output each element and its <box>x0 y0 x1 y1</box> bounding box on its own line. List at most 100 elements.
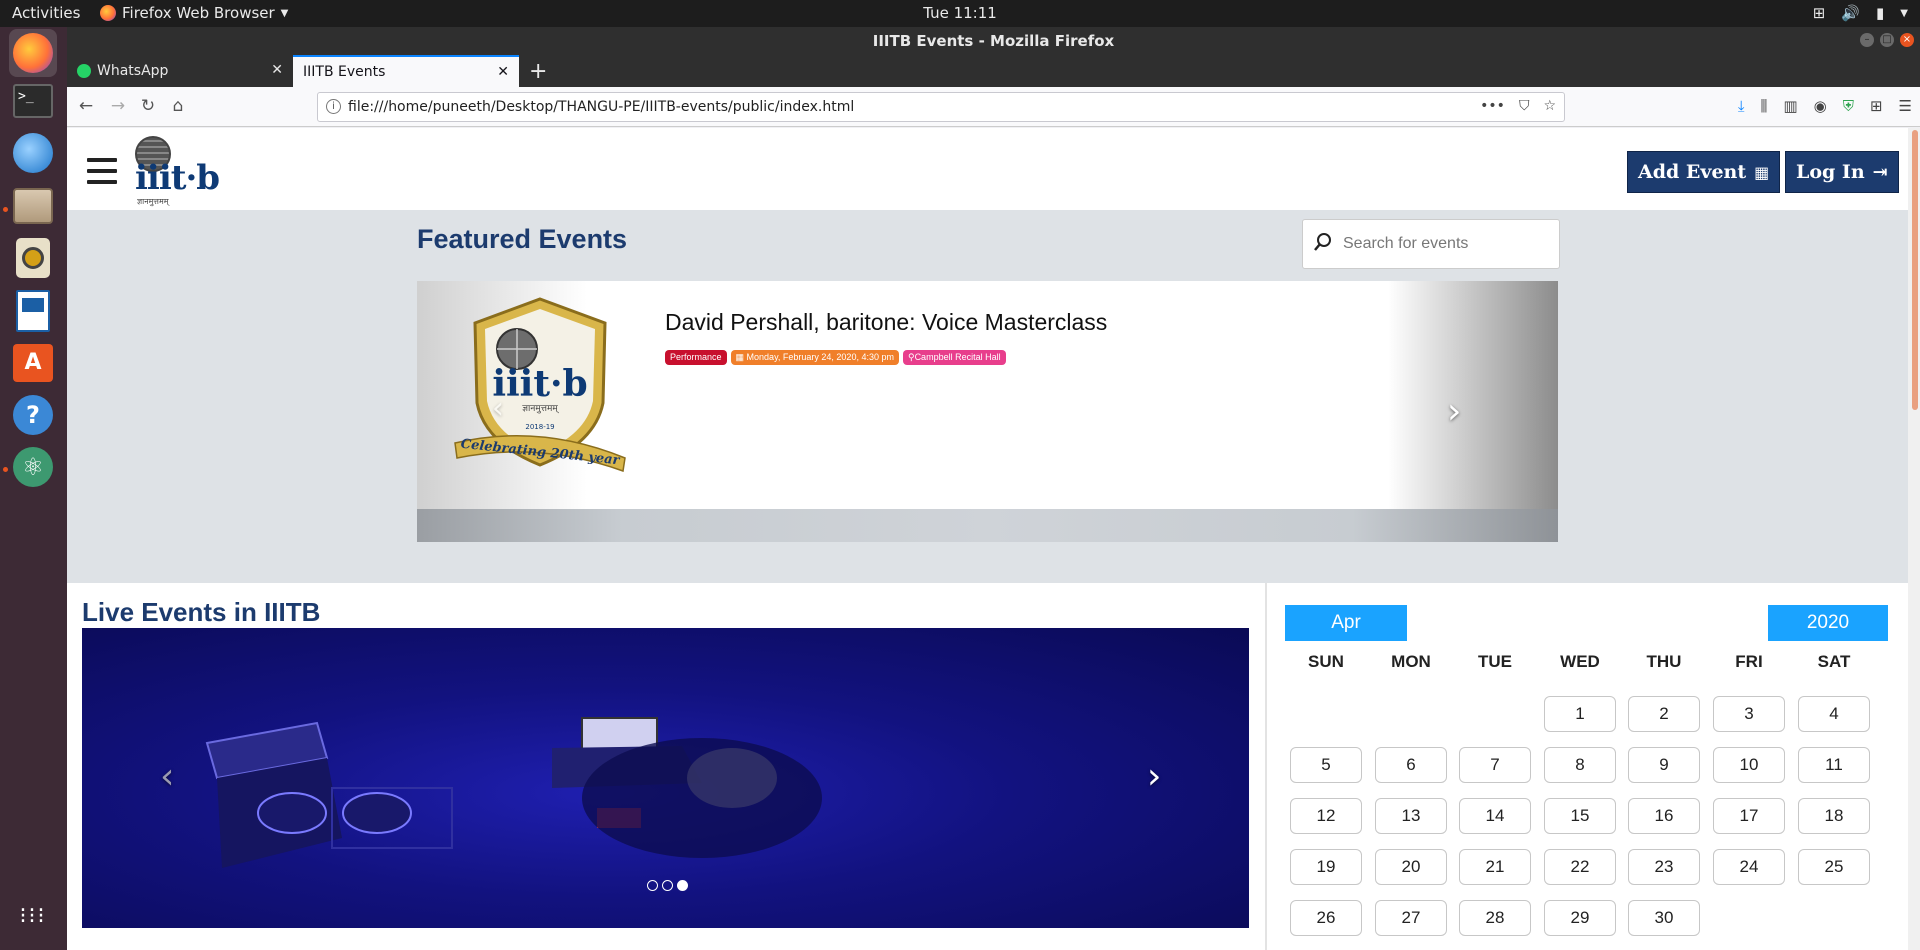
calendar-day[interactable]: 26 <box>1290 900 1362 936</box>
search-box[interactable] <box>1302 219 1560 269</box>
system-tray[interactable]: ⊞ 🔊 ▮ ▼ <box>1813 4 1908 22</box>
new-tab-button[interactable]: + <box>529 59 547 84</box>
calendar-day[interactable]: 15 <box>1544 798 1616 834</box>
page-actions-icon[interactable]: ••• <box>1480 98 1505 114</box>
downloads-icon[interactable]: ⤓ <box>1738 97 1745 115</box>
calendar-day[interactable]: 23 <box>1628 849 1700 885</box>
carousel-next-icon[interactable]: › <box>1447 391 1461 432</box>
home-icon[interactable]: ⌂ <box>167 96 189 116</box>
calendar-day[interactable]: 11 <box>1798 747 1870 783</box>
calendar-day[interactable]: 25 <box>1798 849 1870 885</box>
forward-icon[interactable]: → <box>107 96 129 116</box>
login-button[interactable]: Log In ⇥ <box>1785 151 1899 193</box>
calendar-day[interactable]: 17 <box>1713 798 1785 834</box>
slide-indicator[interactable] <box>647 880 658 891</box>
hamburger-menu-icon[interactable] <box>87 158 117 184</box>
carousel-prev-icon[interactable]: ‹ <box>492 391 504 426</box>
sidebar-icon[interactable]: ▥ <box>1783 97 1797 115</box>
firefox-icon <box>100 5 116 21</box>
calendar-day[interactable]: 14 <box>1459 798 1531 834</box>
calendar-day[interactable]: 20 <box>1375 849 1447 885</box>
calendar-day[interactable]: 4 <box>1798 696 1870 732</box>
calendar-day[interactable]: 12 <box>1290 798 1362 834</box>
tab-iiitb-events[interactable]: IIITB Events ✕ <box>293 55 519 87</box>
logo-tagline: ज्ञानमुत्तमम् <box>137 197 169 206</box>
calendar-day[interactable]: 2 <box>1628 696 1700 732</box>
calendar-day[interactable]: 21 <box>1459 849 1531 885</box>
pocket-icon[interactable]: ⛉ <box>1519 98 1530 114</box>
dock-firefox[interactable] <box>9 29 57 77</box>
dock-thunderbird[interactable] <box>9 129 57 177</box>
dock-atom[interactable]: ⚛ <box>9 443 57 491</box>
featured-event-title[interactable]: David Pershall, baritone: Voice Mastercl… <box>665 309 1107 336</box>
iiitb-logo[interactable]: iiit·b ज्ञानमुत्तमम् <box>135 136 220 206</box>
featured-events-section: Featured Events iiit·b ज्ञा <box>67 210 1920 583</box>
calendar-day[interactable]: 3 <box>1713 696 1785 732</box>
slide-indicator[interactable] <box>662 880 673 891</box>
calendar-day[interactable]: 16 <box>1628 798 1700 834</box>
calendar-day[interactable]: 22 <box>1544 849 1616 885</box>
minimize-icon[interactable]: – <box>1860 33 1874 47</box>
url-bar[interactable]: i ••• ⛉ ☆ <box>317 92 1565 122</box>
calendar-day[interactable]: 27 <box>1375 900 1447 936</box>
show-apps-button[interactable]: ⁝⁝⁝ <box>9 893 57 941</box>
dock-software[interactable]: A <box>9 339 57 387</box>
calendar-day[interactable]: 28 <box>1459 900 1531 936</box>
app-menu[interactable]: Firefox Web Browser ▼ <box>100 4 288 22</box>
calendar-day[interactable]: 30 <box>1628 900 1700 936</box>
logo-wordmark: iiit·b <box>135 158 220 198</box>
calendar-icon: ▦ <box>1754 162 1770 182</box>
calendar-day[interactable]: 13 <box>1375 798 1447 834</box>
activities-button[interactable]: Activities <box>12 4 80 22</box>
dock-terminal[interactable]: >_ <box>9 77 57 125</box>
close-tab-icon[interactable]: ✕ <box>271 62 283 78</box>
live-carousel-prev-icon[interactable]: ‹ <box>160 756 174 797</box>
calendar-day[interactable]: 5 <box>1290 747 1362 783</box>
calendar-day[interactable]: 18 <box>1798 798 1870 834</box>
calendar-day[interactable]: 6 <box>1375 747 1447 783</box>
dock-writer[interactable] <box>9 287 57 335</box>
calendar-day[interactable]: 10 <box>1713 747 1785 783</box>
close-tab-icon[interactable]: ✕ <box>497 64 509 80</box>
tab-whatsapp[interactable]: WhatsApp ✕ <box>67 55 293 87</box>
firefox-icon <box>13 33 53 73</box>
reload-icon[interactable]: ↻ <box>137 96 159 116</box>
close-icon[interactable]: × <box>1900 33 1914 47</box>
library-icon[interactable]: ⫼ <box>1761 97 1768 115</box>
grid-icon: ⁝⁝⁝ <box>19 904 47 929</box>
account-icon[interactable]: ◉ <box>1814 97 1827 115</box>
battery-icon: ▮ <box>1876 4 1885 22</box>
scrollbar-thumb[interactable] <box>1912 130 1918 410</box>
calendar-day[interactable]: 7 <box>1459 747 1531 783</box>
live-events-title: Live Events in IIITB <box>82 597 321 627</box>
calendar-day[interactable]: 29 <box>1544 900 1616 936</box>
weekday-wed: WED <box>1560 652 1600 671</box>
url-input[interactable] <box>348 97 1448 117</box>
back-icon[interactable]: ← <box>75 96 97 116</box>
dock-help[interactable]: ? <box>9 391 57 439</box>
window-titlebar[interactable]: IIITB Events - Mozilla Firefox – □ × <box>67 27 1920 55</box>
shield-icon[interactable]: ⛨ <box>1843 97 1854 115</box>
calendar-day[interactable]: 9 <box>1628 747 1700 783</box>
maximize-icon[interactable]: □ <box>1880 33 1894 47</box>
dock-files[interactable] <box>9 182 57 230</box>
slide-indicator-active[interactable] <box>677 880 688 891</box>
calendar-day[interactable]: 1 <box>1544 696 1616 732</box>
category-badge: Performance <box>665 350 727 365</box>
bookmark-star-icon[interactable]: ☆ <box>1543 98 1556 114</box>
info-icon[interactable]: i <box>326 99 341 114</box>
volume-icon: 🔊 <box>1841 4 1861 22</box>
calendar-year[interactable]: 2020 <box>1768 605 1888 641</box>
dock-rhythmbox[interactable] <box>9 234 57 282</box>
calendar-day[interactable]: 24 <box>1713 849 1785 885</box>
software-icon: A <box>13 344 53 382</box>
menu-icon[interactable]: ☰ <box>1899 97 1912 115</box>
extension-icon[interactable]: ⊞ <box>1870 97 1883 115</box>
calendar-day[interactable]: 8 <box>1544 747 1616 783</box>
add-event-button[interactable]: Add Event ▦ <box>1627 151 1781 193</box>
calendar-month[interactable]: Apr <box>1285 605 1407 641</box>
page-scrollbar[interactable] <box>1908 128 1920 950</box>
calendar-day[interactable]: 19 <box>1290 849 1362 885</box>
search-input[interactable] <box>1343 233 1553 255</box>
live-carousel-next-icon[interactable]: › <box>1147 756 1161 797</box>
